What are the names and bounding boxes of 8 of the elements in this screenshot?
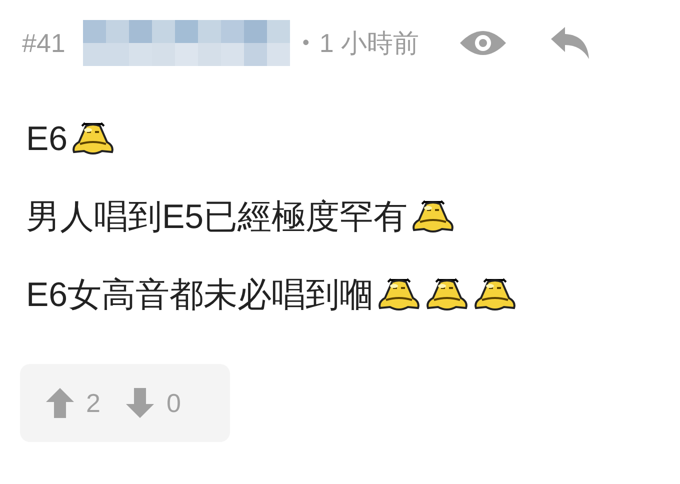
post-number: #41 — [22, 28, 66, 58]
separator-dot: • — [302, 32, 310, 54]
post-text: 男人唱到E5已經極度罕有 — [26, 197, 408, 238]
reply-icon[interactable] — [551, 27, 590, 59]
post-time: 1 小時前 — [319, 26, 420, 60]
post-text: E6女高音都未必唱到嗰 — [26, 275, 374, 316]
upvote-button[interactable]: 2 — [46, 388, 100, 418]
post-text: E6 — [26, 120, 68, 158]
